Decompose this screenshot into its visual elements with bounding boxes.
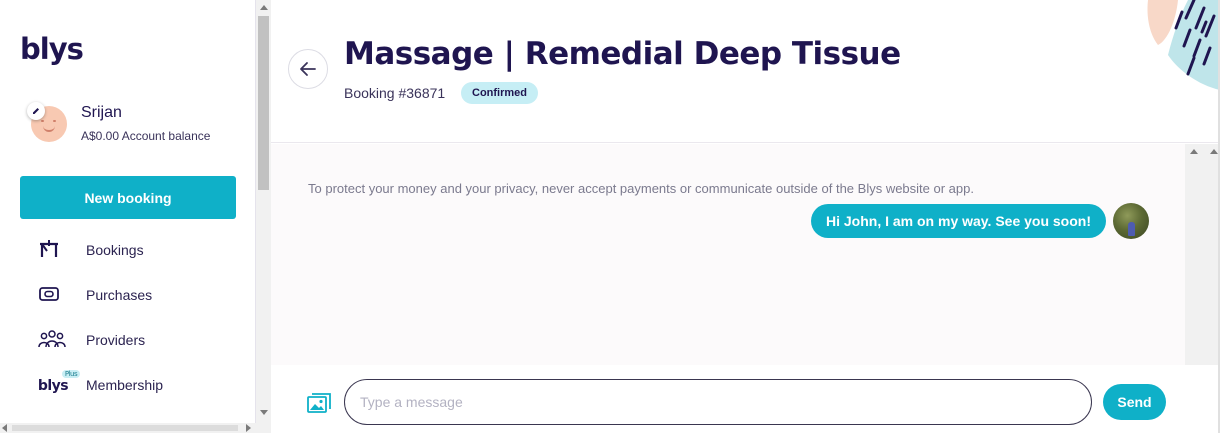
sidebar-item-bookings[interactable]: Bookings bbox=[0, 227, 255, 272]
bookings-icon bbox=[38, 239, 60, 259]
scrollbar-thumb[interactable] bbox=[258, 16, 269, 190]
scroll-left-icon[interactable] bbox=[2, 424, 7, 432]
new-booking-button[interactable]: New booking bbox=[20, 176, 236, 219]
decorative-pattern-icon bbox=[1147, 0, 1220, 90]
scroll-right-icon[interactable] bbox=[246, 424, 251, 432]
avatar-mouth bbox=[43, 126, 55, 132]
booking-number: Booking #36871 bbox=[344, 85, 446, 101]
sidebar-item-label: Purchases bbox=[86, 287, 153, 303]
chat-scrollbar[interactable] bbox=[1185, 144, 1220, 365]
edit-avatar-icon[interactable] bbox=[27, 102, 45, 120]
scroll-up-icon[interactable] bbox=[260, 5, 268, 10]
account-balance: A$0.00 Account balance bbox=[81, 129, 211, 143]
providers-icon bbox=[38, 329, 66, 349]
scroll-up-icon[interactable] bbox=[1190, 149, 1198, 154]
blys-plus-icon: blys Plus bbox=[38, 370, 81, 396]
avatar-figure bbox=[1128, 222, 1135, 236]
chat-thread[interactable]: To protect your money and your privacy, … bbox=[271, 144, 1185, 365]
blys-plus-logo: blys Plus bbox=[38, 370, 81, 394]
status-badge: Confirmed bbox=[461, 82, 538, 104]
sidebar-item-label: Providers bbox=[86, 332, 146, 348]
sidebar-horizontal-scrollbar[interactable] bbox=[0, 423, 256, 433]
app-window: blys Srijan A$0.00 Account balance New b… bbox=[0, 0, 1220, 433]
sidebar-item-label: Bookings bbox=[86, 242, 144, 258]
avatar-eye bbox=[41, 120, 44, 122]
sidebar-scrollbar[interactable] bbox=[256, 0, 271, 433]
sender-avatar bbox=[1113, 203, 1149, 239]
sidebar-item-purchases[interactable]: Purchases bbox=[0, 272, 255, 317]
page-title: Massage | Remedial Deep Tissue bbox=[344, 36, 901, 72]
sidebar-item-providers[interactable]: Providers bbox=[0, 317, 255, 362]
arrow-left-icon bbox=[300, 62, 316, 76]
image-upload-icon[interactable] bbox=[307, 393, 331, 415]
message-bubble: Hi John, I am on my way. See you soon! bbox=[810, 204, 1106, 238]
privacy-notice: To protect your money and your privacy, … bbox=[308, 181, 974, 196]
sidebar-item-label: Membership bbox=[86, 377, 164, 393]
profile-name: Srijan bbox=[81, 104, 122, 121]
message-input[interactable] bbox=[344, 379, 1092, 425]
message-row: Hi John, I am on my way. See you soon! bbox=[810, 203, 1149, 239]
profile-card[interactable]: Srijan A$0.00 Account balance bbox=[27, 100, 248, 150]
sidebar-item-membership[interactable]: blys Plus Membership bbox=[0, 362, 255, 407]
back-button[interactable] bbox=[288, 49, 328, 89]
booking-header: Massage | Remedial Deep Tissue Booking #… bbox=[271, 0, 1220, 143]
message-composer: Send bbox=[271, 365, 1220, 433]
scroll-up-icon[interactable] bbox=[1210, 149, 1218, 154]
main-content: Massage | Remedial Deep Tissue Booking #… bbox=[271, 0, 1220, 433]
avatar-eye bbox=[53, 120, 56, 122]
blys-logo[interactable]: blys bbox=[20, 32, 84, 66]
sidebar-nav: Bookings Purchases Providers blys Plus M… bbox=[0, 227, 255, 407]
purchases-icon bbox=[38, 284, 60, 304]
sidebar: blys Srijan A$0.00 Account balance New b… bbox=[0, 0, 256, 433]
send-button[interactable]: Send bbox=[1103, 384, 1166, 420]
scroll-down-icon[interactable] bbox=[260, 410, 268, 415]
avatar[interactable] bbox=[27, 102, 67, 142]
scrollbar-thumb[interactable] bbox=[12, 425, 238, 431]
